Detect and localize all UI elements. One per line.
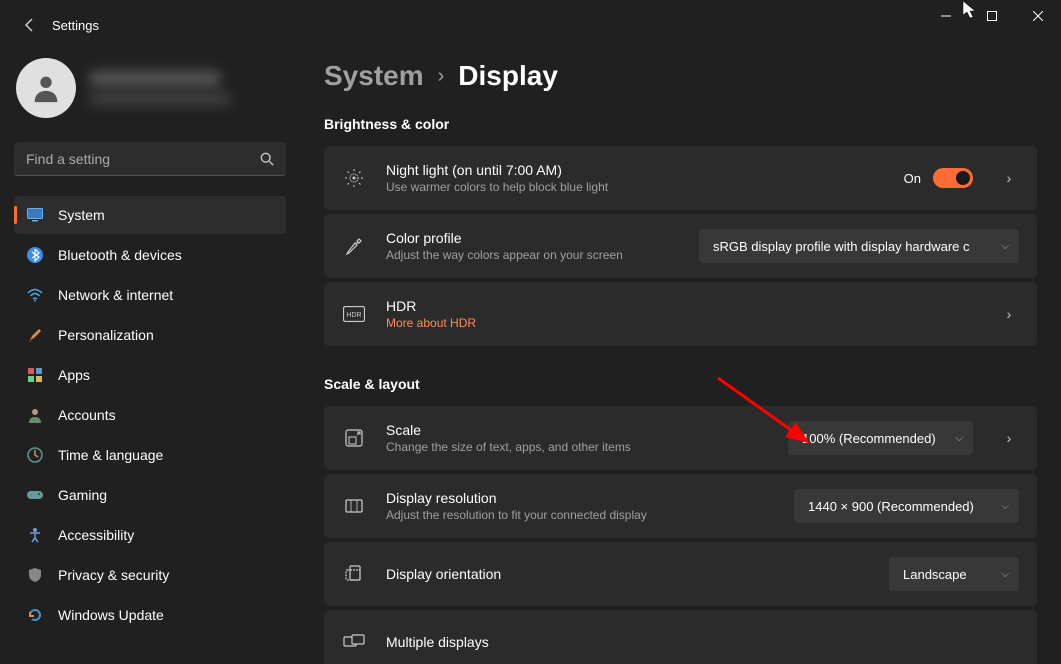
dropdown-value: 100% (Recommended) (802, 431, 945, 446)
search-input[interactable] (26, 151, 260, 167)
dropdown-value: sRGB display profile with display hardwa… (713, 239, 991, 254)
accessibility-icon (26, 526, 44, 544)
sidebar-item-windows-update[interactable]: Windows Update (14, 596, 286, 634)
sidebar-item-label: Apps (58, 367, 90, 383)
multiple-displays-icon (342, 634, 366, 650)
setting-title: Multiple displays (386, 634, 1019, 650)
sidebar-item-label: System (58, 207, 105, 223)
sidebar-item-accounts[interactable]: Accounts (14, 396, 286, 434)
sidebar-item-system[interactable]: System (14, 196, 286, 234)
setting-orientation[interactable]: Display orientation Landscape ⌵ (324, 542, 1037, 606)
breadcrumb-parent[interactable]: System (324, 60, 424, 92)
display-icon (26, 206, 44, 224)
sidebar-item-label: Time & language (58, 447, 163, 463)
dropdown-value: 1440 × 900 (Recommended) (808, 499, 991, 514)
sidebar-item-privacy[interactable]: Privacy & security (14, 556, 286, 594)
bluetooth-icon (26, 246, 44, 264)
person-icon (26, 406, 44, 424)
svg-text:HDR: HDR (346, 312, 361, 319)
setting-title: Display orientation (386, 566, 889, 582)
sidebar-item-personalization[interactable]: Personalization (14, 316, 286, 354)
sidebar-item-apps[interactable]: Apps (14, 356, 286, 394)
setting-desc: Adjust the way colors appear on your scr… (386, 248, 699, 262)
resolution-icon (342, 496, 366, 516)
clock-globe-icon (26, 446, 44, 464)
user-email (90, 93, 230, 105)
search-icon (260, 152, 274, 166)
setting-title: Scale (386, 422, 788, 438)
night-light-icon (342, 168, 366, 188)
wifi-icon (26, 286, 44, 304)
sidebar-item-bluetooth[interactable]: Bluetooth & devices (14, 236, 286, 274)
setting-title: HDR (386, 298, 985, 314)
eyedropper-icon (342, 236, 366, 256)
sidebar-item-label: Gaming (58, 487, 107, 503)
setting-night-light[interactable]: Night light (on until 7:00 AM) Use warme… (324, 146, 1037, 210)
chevron-right-icon[interactable]: › (999, 170, 1019, 186)
setting-title: Display resolution (386, 490, 794, 506)
scale-icon (342, 428, 366, 448)
chevron-right-icon[interactable]: › (999, 306, 1019, 322)
color-profile-dropdown[interactable]: sRGB display profile with display hardwa… (699, 229, 1019, 263)
chevron-right-icon: › (438, 65, 445, 88)
section-title-scale: Scale & layout (324, 376, 1037, 392)
sidebar-item-accessibility[interactable]: Accessibility (14, 516, 286, 554)
setting-desc: Use warmer colors to help block blue lig… (386, 180, 904, 194)
setting-desc: Change the size of text, apps, and other… (386, 440, 788, 454)
scale-dropdown[interactable]: 100% (Recommended) ⌵ (788, 421, 973, 455)
night-light-toggle[interactable] (933, 168, 973, 188)
resolution-dropdown[interactable]: 1440 × 900 (Recommended) ⌵ (794, 489, 1019, 523)
breadcrumb: System › Display (324, 60, 1037, 92)
chevron-down-icon: ⌵ (955, 433, 963, 444)
hdr-more-link[interactable]: More about HDR (386, 316, 985, 330)
minimize-button[interactable] (923, 0, 969, 32)
setting-hdr[interactable]: HDR HDR More about HDR › (324, 282, 1037, 346)
orientation-icon (342, 564, 366, 584)
orientation-dropdown[interactable]: Landscape ⌵ (889, 557, 1019, 591)
chevron-right-icon[interactable]: › (999, 430, 1019, 446)
setting-resolution[interactable]: Display resolution Adjust the resolution… (324, 474, 1037, 538)
update-icon (26, 606, 44, 624)
hdr-icon: HDR (342, 306, 366, 322)
setting-scale[interactable]: Scale Change the size of text, apps, and… (324, 406, 1037, 470)
breadcrumb-current: Display (458, 60, 558, 92)
gamepad-icon (26, 486, 44, 504)
sidebar-item-label: Bluetooth & devices (58, 247, 182, 263)
setting-title: Night light (on until 7:00 AM) (386, 162, 904, 178)
sidebar-item-label: Windows Update (58, 607, 164, 623)
sidebar-item-network[interactable]: Network & internet (14, 276, 286, 314)
paintbrush-icon (26, 326, 44, 344)
chevron-down-icon: ⌵ (1001, 241, 1009, 252)
section-title-brightness: Brightness & color (324, 116, 1037, 132)
chevron-down-icon: ⌵ (1001, 501, 1009, 512)
sidebar-item-label: Privacy & security (58, 567, 169, 583)
user-account-section[interactable] (14, 50, 286, 142)
setting-desc: Adjust the resolution to fit your connec… (386, 508, 794, 522)
back-button[interactable] (20, 15, 40, 35)
sidebar-item-label: Personalization (58, 327, 154, 343)
sidebar-item-label: Accessibility (58, 527, 134, 543)
maximize-button[interactable] (969, 0, 1015, 32)
sidebar-item-label: Accounts (58, 407, 116, 423)
close-button[interactable] (1015, 0, 1061, 32)
avatar (16, 58, 76, 118)
sidebar-item-label: Network & internet (58, 287, 173, 303)
user-name (90, 71, 220, 87)
chevron-down-icon: ⌵ (1001, 569, 1009, 580)
search-box[interactable] (14, 142, 286, 176)
apps-icon (26, 366, 44, 384)
dropdown-value: Landscape (903, 567, 991, 582)
setting-title: Color profile (386, 230, 699, 246)
toggle-state-label: On (904, 171, 921, 186)
setting-color-profile[interactable]: Color profile Adjust the way colors appe… (324, 214, 1037, 278)
shield-icon (26, 566, 44, 584)
window-title: Settings (52, 18, 99, 33)
setting-multiple-displays[interactable]: Multiple displays (324, 610, 1037, 664)
sidebar-item-gaming[interactable]: Gaming (14, 476, 286, 514)
sidebar-item-time-language[interactable]: Time & language (14, 436, 286, 474)
